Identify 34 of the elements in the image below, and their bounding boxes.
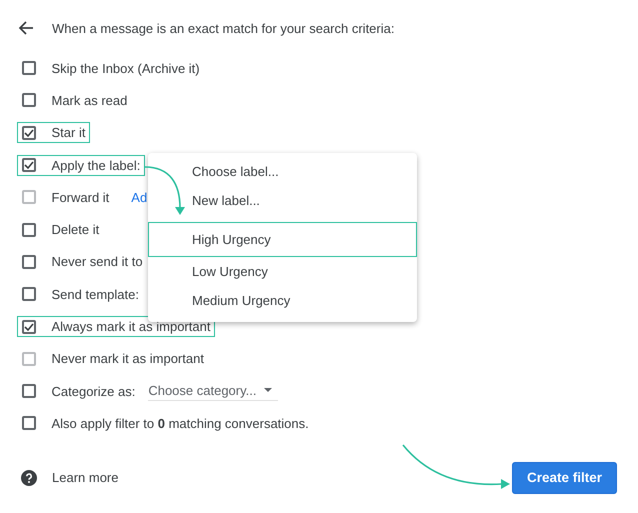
help-icon[interactable] bbox=[21, 470, 37, 486]
option-label: Star it bbox=[52, 125, 86, 140]
menu-item[interactable]: Low Urgency bbox=[148, 257, 417, 286]
caret-icon bbox=[264, 388, 272, 392]
option-label: Skip the Inbox (Archive it) bbox=[52, 60, 200, 76]
option-label: Always mark it as important bbox=[52, 319, 210, 334]
checkbox[interactable] bbox=[22, 416, 36, 430]
option-label: Never send it to bbox=[52, 254, 143, 270]
checkbox[interactable] bbox=[22, 287, 36, 302]
option-label: Apply the label: bbox=[52, 158, 140, 173]
checkbox[interactable] bbox=[22, 254, 36, 269]
option-label: Send template: bbox=[52, 286, 139, 302]
checkbox[interactable] bbox=[22, 93, 36, 108]
criteria-heading: When a message is an exact match for your search criteria: bbox=[52, 20, 394, 36]
option-label: Forward it bbox=[52, 190, 110, 205]
menu-item[interactable]: Medium Urgency bbox=[148, 286, 417, 315]
checkbox[interactable] bbox=[22, 320, 36, 334]
option-label: Never mark it as important bbox=[52, 351, 204, 366]
menu-item[interactable]: New label... bbox=[148, 186, 417, 215]
option-label: Categorize as: bbox=[52, 384, 136, 399]
menu-item[interactable]: Choose label... bbox=[148, 157, 417, 186]
category-dropdown[interactable]: Choose category... bbox=[148, 382, 278, 401]
back-arrow-icon[interactable] bbox=[18, 20, 34, 36]
menu-item[interactable]: High Urgency bbox=[148, 222, 417, 257]
option-label: Also apply filter to 0 matching conversations. bbox=[52, 416, 309, 431]
option-label: Delete it bbox=[52, 222, 100, 238]
checkbox[interactable] bbox=[22, 222, 36, 237]
checkbox[interactable] bbox=[22, 158, 36, 172]
checkbox[interactable] bbox=[22, 61, 36, 76]
checkbox[interactable] bbox=[22, 384, 36, 398]
checkbox[interactable] bbox=[22, 126, 36, 140]
create-filter-button[interactable]: Create filter bbox=[512, 462, 617, 494]
option-label: Mark as read bbox=[52, 92, 128, 108]
learn-more-link[interactable]: Learn more bbox=[52, 470, 118, 486]
